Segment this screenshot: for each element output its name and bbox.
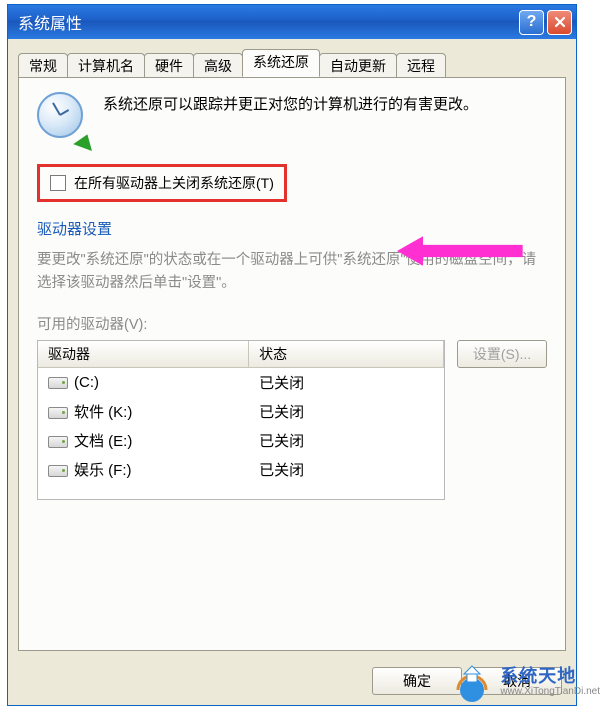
drive-name: (C:) — [74, 374, 99, 391]
drive-name: 文档 (E:) — [74, 433, 132, 450]
drive-status: 已关闭 — [249, 371, 444, 394]
drive-settings-desc: 要更改"系统还原"的状态或在一个驱动器上可供"系统还原"使用的磁盘空间，请选择该… — [37, 249, 547, 295]
table-row[interactable]: 娱乐 (F:) 已关闭 — [38, 455, 444, 484]
available-drives-label: 可用的驱动器(V): — [37, 313, 547, 334]
window-title: 系统属性 — [18, 10, 516, 34]
disable-restore-highlight: 在所有驱动器上关闭系统还原(T) — [37, 164, 287, 202]
drive-icon — [48, 377, 68, 389]
intro-row: 系统还原可以跟踪并更正对您的计算机进行的有害更改。 — [37, 92, 547, 146]
dialog-buttons: 确定 取消 — [8, 659, 576, 705]
drive-status: 已关闭 — [249, 458, 444, 481]
settings-button: 设置(S)... — [457, 340, 547, 368]
tab-strip: 常规 计算机名 硬件 高级 系统还原 自动更新 远程 — [8, 39, 576, 77]
drive-name: 娱乐 (F:) — [74, 462, 132, 479]
system-properties-window: 系统属性 ? 常规 计算机名 硬件 高级 系统还原 自动更新 远程 系统还原可以… — [7, 4, 577, 706]
tab-panel: 系统还原可以跟踪并更正对您的计算机进行的有害更改。 在所有驱动器上关闭系统还原(… — [18, 77, 566, 651]
drive-list[interactable]: 驱动器 状态 (C:) 已关闭 软件 (K:) 已关闭 文档 (E:) 已关闭 … — [37, 340, 445, 500]
header-drive[interactable]: 驱动器 — [38, 341, 249, 367]
drive-icon — [48, 436, 68, 448]
table-row[interactable]: 文档 (E:) 已关闭 — [38, 426, 444, 455]
drive-icon — [48, 407, 68, 419]
tab-remote[interactable]: 远程 — [396, 53, 446, 78]
header-status[interactable]: 状态 — [249, 341, 444, 367]
tab-advanced[interactable]: 高级 — [193, 53, 243, 78]
drive-list-header: 驱动器 状态 — [38, 341, 444, 368]
disable-restore-checkbox[interactable] — [50, 175, 66, 191]
help-button[interactable]: ? — [519, 10, 544, 35]
drive-icon — [48, 465, 68, 477]
close-button[interactable] — [547, 10, 572, 35]
ok-button[interactable]: 确定 — [372, 667, 462, 695]
drive-area: 驱动器 状态 (C:) 已关闭 软件 (K:) 已关闭 文档 (E:) 已关闭 … — [37, 340, 547, 500]
cancel-button[interactable]: 取消 — [472, 667, 562, 695]
titlebar[interactable]: 系统属性 ? — [8, 5, 576, 39]
tab-computer-name[interactable]: 计算机名 — [67, 53, 145, 78]
drive-name: 软件 (K:) — [74, 404, 132, 421]
drive-settings-title: 驱动器设置 — [37, 218, 547, 239]
drive-status: 已关闭 — [249, 429, 444, 452]
table-row[interactable]: (C:) 已关闭 — [38, 368, 444, 397]
intro-text: 系统还原可以跟踪并更正对您的计算机进行的有害更改。 — [103, 92, 478, 117]
close-icon — [554, 16, 566, 28]
table-row[interactable]: 软件 (K:) 已关闭 — [38, 397, 444, 426]
tab-system-restore[interactable]: 系统还原 — [242, 49, 320, 77]
system-restore-icon — [37, 92, 91, 146]
drive-status: 已关闭 — [249, 400, 444, 423]
tab-general[interactable]: 常规 — [18, 53, 68, 78]
tab-auto-update[interactable]: 自动更新 — [319, 53, 397, 78]
disable-restore-label: 在所有驱动器上关闭系统还原(T) — [74, 173, 274, 193]
tab-hardware[interactable]: 硬件 — [144, 53, 194, 78]
